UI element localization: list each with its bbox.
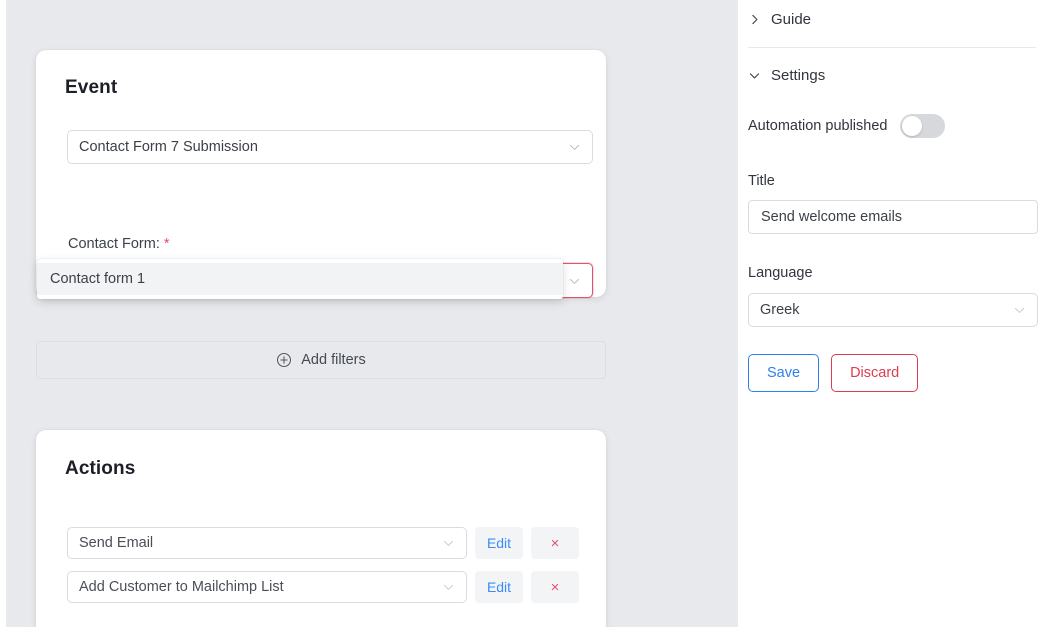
- contact-form-dropdown-menu: Contact form 1: [37, 259, 563, 299]
- dropdown-option-label: Contact form 1: [50, 271, 146, 287]
- save-button[interactable]: Save: [748, 354, 820, 392]
- plus-circle-icon: [276, 352, 292, 368]
- contact-form-label-text: Contact Form:: [68, 236, 160, 252]
- action-value: Add Customer to Mailchimp List: [79, 579, 284, 595]
- chevron-down-icon: [1013, 304, 1026, 317]
- chevron-down-icon: [748, 69, 761, 82]
- automation-published-row: Automation published: [748, 114, 1036, 138]
- sidebar-action-buttons: Save Discard: [748, 354, 919, 392]
- sidebar-divider: [748, 47, 1036, 48]
- event-type-value: Contact Form 7 Submission: [79, 139, 258, 155]
- dropdown-option[interactable]: Contact form 1: [37, 263, 563, 295]
- language-value: Greek: [760, 302, 800, 318]
- automation-published-toggle[interactable]: [900, 114, 946, 138]
- action-select[interactable]: Send Email: [67, 527, 467, 559]
- chevron-down-icon: [568, 274, 581, 287]
- action-select[interactable]: Add Customer to Mailchimp List: [67, 571, 467, 603]
- automation-editor: Event Contact Form 7 Submission Contact …: [0, 0, 1048, 627]
- language-select[interactable]: Greek: [748, 293, 1038, 327]
- event-card-title: Event: [65, 77, 118, 98]
- action-row: Add Customer to Mailchimp List Edit ×: [67, 571, 579, 603]
- action-value: Send Email: [79, 535, 154, 551]
- sidebar-section-guide[interactable]: Guide: [748, 11, 811, 28]
- remove-action-button[interactable]: ×: [531, 571, 579, 603]
- sidebar-section-settings[interactable]: Settings: [748, 67, 825, 84]
- edit-action-button[interactable]: Edit: [475, 527, 523, 559]
- title-input[interactable]: [748, 200, 1038, 234]
- main-canvas: Event Contact Form 7 Submission Contact …: [6, 0, 738, 627]
- remove-action-button[interactable]: ×: [531, 527, 579, 559]
- discard-button[interactable]: Discard: [831, 354, 919, 392]
- required-asterisk: *: [163, 236, 170, 252]
- chevron-right-icon: [748, 13, 761, 26]
- language-field-label: Language: [748, 265, 813, 281]
- event-type-select[interactable]: Contact Form 7 Submission: [67, 130, 593, 164]
- contact-form-label: Contact Form: *: [68, 236, 170, 252]
- actions-card-title: Actions: [65, 458, 136, 479]
- chevron-down-icon: [442, 537, 455, 550]
- action-row: Send Email Edit ×: [67, 527, 579, 559]
- sidebar-section-guide-label: Guide: [771, 11, 812, 28]
- chevron-down-icon: [568, 141, 581, 154]
- add-filters-label: Add filters: [301, 352, 366, 368]
- edit-action-button[interactable]: Edit: [475, 571, 523, 603]
- chevron-down-icon: [442, 581, 455, 594]
- automation-published-label: Automation published: [748, 118, 888, 134]
- title-field-label: Title: [748, 173, 775, 189]
- settings-sidebar: Guide Settings Automation published Titl…: [738, 0, 1048, 627]
- toggle-knob: [902, 116, 923, 136]
- actions-card: Actions Send Email Edit × Add Customer t…: [36, 430, 606, 627]
- add-filters-button[interactable]: Add filters: [36, 341, 606, 379]
- sidebar-section-settings-label: Settings: [771, 67, 826, 84]
